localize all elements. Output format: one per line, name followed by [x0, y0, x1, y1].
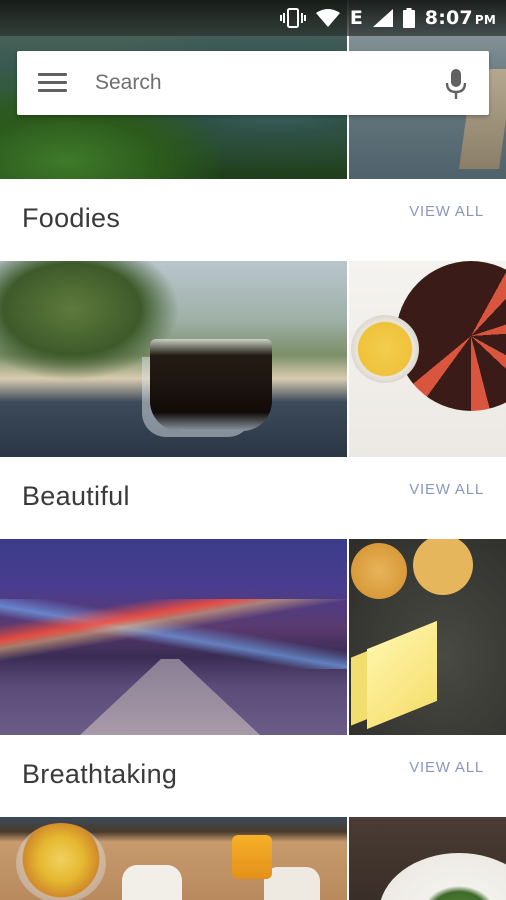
- image-row-beautiful: [0, 539, 506, 735]
- image-row-foodies: [0, 261, 506, 457]
- search-input[interactable]: [95, 67, 415, 99]
- search-bar: [17, 51, 489, 115]
- view-all-link[interactable]: VIEW ALL: [409, 481, 484, 498]
- signal-icon: [372, 9, 393, 27]
- view-all-link[interactable]: VIEW ALL: [409, 203, 484, 220]
- image-tile-breakfast-table[interactable]: [0, 817, 347, 900]
- wifi-icon: [315, 9, 340, 27]
- battery-icon: [402, 8, 415, 28]
- network-type-label: E: [349, 7, 363, 29]
- section-header-breathtaking: Breathtaking VIEW ALL: [0, 735, 506, 817]
- section-title: Breathtaking: [22, 759, 178, 789]
- menu-icon[interactable]: [38, 73, 67, 93]
- image-tile-salad[interactable]: [349, 817, 506, 900]
- section-header-beautiful: Beautiful VIEW ALL: [0, 457, 506, 539]
- view-all-link[interactable]: VIEW ALL: [409, 759, 484, 776]
- mic-icon[interactable]: [445, 69, 467, 99]
- section-title: Foodies: [22, 203, 121, 233]
- image-tile-dessert[interactable]: [349, 261, 506, 457]
- image-row-breathtaking: [0, 817, 506, 900]
- clock-ampm: PM: [474, 13, 496, 27]
- vibrate-icon: [279, 8, 306, 28]
- image-tile-cheese[interactable]: [349, 539, 506, 735]
- status-bar: E 8:07 PM: [0, 0, 506, 36]
- image-tile-city-street[interactable]: [0, 539, 347, 735]
- image-tile-coffee[interactable]: [0, 261, 347, 457]
- section-title: Beautiful: [22, 481, 130, 511]
- clock: 8:07 PM: [424, 7, 496, 29]
- section-header-foodies: Foodies VIEW ALL: [0, 179, 506, 261]
